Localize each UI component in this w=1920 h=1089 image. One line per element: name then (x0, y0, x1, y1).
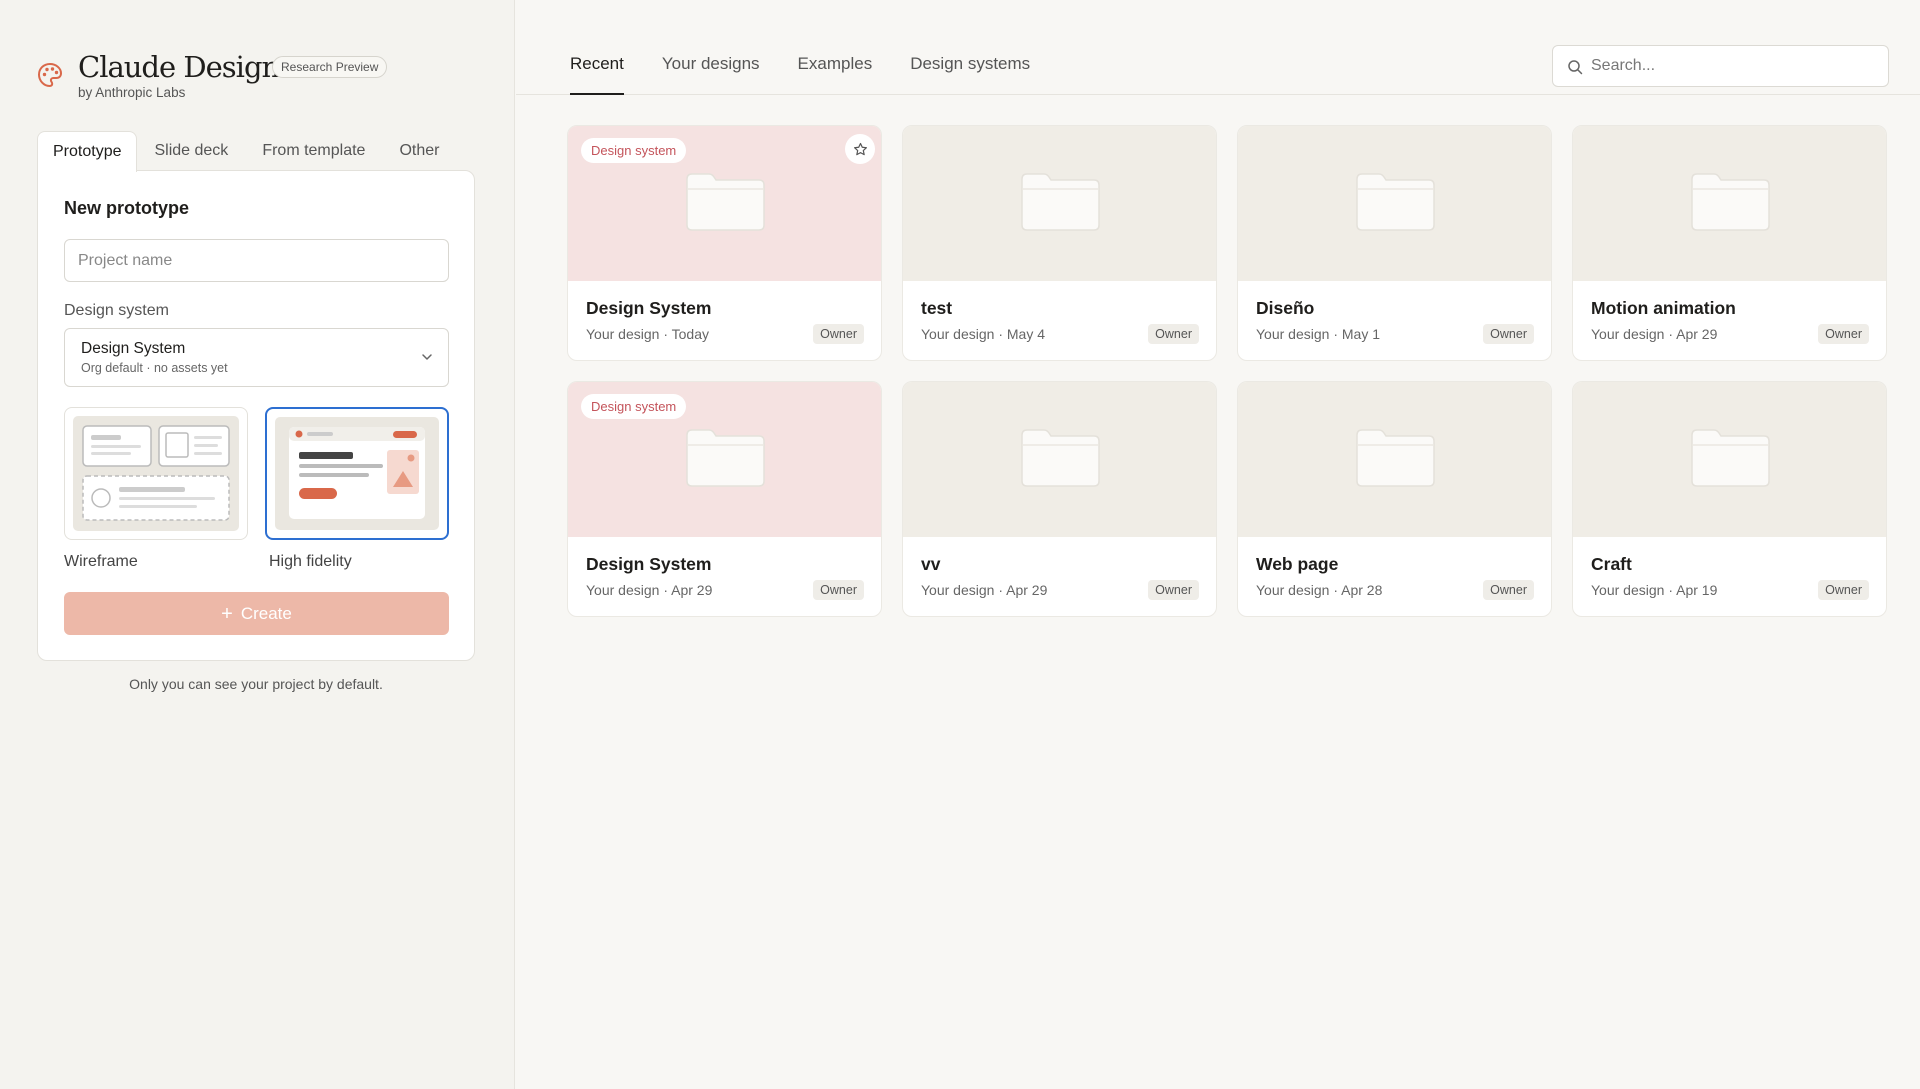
project-grid: Design system Design System Your design … (567, 125, 1887, 617)
tab-slide-deck[interactable]: Slide deck (137, 131, 245, 171)
tab-examples[interactable]: Examples (798, 54, 873, 95)
folder-icon (1356, 429, 1435, 487)
project-thumbnail: Design system (568, 126, 881, 281)
design-system-label: Design system (64, 302, 169, 319)
wireframe-option[interactable] (64, 407, 248, 540)
high-fidelity-illustration-icon (289, 427, 425, 519)
projects-tabs: Recent Your designs Examples Design syst… (570, 54, 1068, 95)
project-card[interactable]: vv Your design · Apr 29 Owner (902, 381, 1217, 617)
design-system-tag: Design system (581, 138, 687, 163)
owner-badge: Owner (1148, 580, 1199, 600)
new-prototype-form: New prototype Design system Design Syste… (37, 170, 475, 661)
design-system-sub: Org default · no assets yet (81, 361, 228, 375)
create-label: Create (240, 603, 292, 623)
project-title: Motion animation (1591, 298, 1736, 318)
project-meta: Your design · Apr 29 (586, 582, 713, 598)
project-title: Design System (586, 298, 712, 318)
chevron-down-icon (422, 354, 432, 360)
high-fidelity-label: High fidelity (269, 553, 352, 570)
project-thumbnail (1573, 382, 1886, 537)
project-thumbnail (903, 382, 1216, 537)
wireframe-preview (73, 416, 239, 531)
project-card[interactable]: Web page Your design · Apr 28 Owner (1237, 381, 1552, 617)
app-subtitle: by Anthropic Labs (78, 85, 186, 100)
owner-badge: Owner (813, 580, 864, 600)
plus-icon: + (221, 602, 233, 625)
folder-icon (1021, 173, 1100, 231)
owner-badge: Owner (1148, 324, 1199, 344)
privacy-note: Only you can see your project by default… (129, 676, 383, 692)
project-card[interactable]: Diseño Your design · May 1 Owner (1237, 125, 1552, 361)
star-icon (853, 142, 867, 155)
owner-badge: Owner (1483, 324, 1534, 344)
tab-design-systems[interactable]: Design systems (910, 54, 1030, 95)
favorite-button[interactable] (845, 134, 875, 164)
folder-icon (1356, 173, 1435, 231)
palette-icon (37, 62, 63, 88)
project-meta: Your design · Apr 28 (1256, 582, 1383, 598)
research-preview-badge: Research Preview (272, 56, 388, 78)
tab-your-designs[interactable]: Your designs (662, 54, 760, 95)
project-name-input[interactable] (64, 239, 449, 282)
project-title: Web page (1256, 554, 1339, 574)
project-meta: Your design · Apr 19 (1591, 582, 1718, 598)
project-thumbnail (1238, 126, 1551, 281)
project-meta: Your design · Today (586, 326, 709, 342)
project-title: vv (921, 554, 941, 574)
projects-main: Recent Your designs Examples Design syst… (516, 0, 1920, 1089)
owner-badge: Owner (1818, 324, 1869, 344)
project-thumbnail (1238, 382, 1551, 537)
project-title: Diseño (1256, 298, 1315, 318)
tab-other[interactable]: Other (382, 131, 456, 171)
project-card[interactable]: Design system Design System Your design … (567, 125, 882, 361)
search-box[interactable] (1552, 45, 1889, 87)
folder-icon (1021, 429, 1100, 487)
project-card[interactable]: test Your design · May 4 Owner (902, 125, 1217, 361)
search-icon (1568, 60, 1583, 75)
tab-from-template[interactable]: From template (245, 131, 382, 171)
new-project-panel: Claude Design Research Preview by Anthro… (0, 0, 515, 1089)
search-input[interactable] (1591, 46, 1881, 86)
form-title: New prototype (64, 198, 190, 218)
project-title: test (921, 298, 953, 318)
high-fidelity-preview (275, 417, 439, 530)
project-card[interactable]: Craft Your design · Apr 19 Owner (1572, 381, 1887, 617)
owner-badge: Owner (813, 324, 864, 344)
folder-icon (1691, 173, 1770, 231)
project-card[interactable]: Design system Design System Your design … (567, 381, 882, 617)
projects-header: Recent Your designs Examples Design syst… (516, 0, 1920, 95)
project-meta: Your design · May 4 (921, 326, 1045, 342)
project-meta: Your design · Apr 29 (921, 582, 1048, 598)
app-title: Claude Design (78, 50, 280, 84)
wireframe-illustration-icon (82, 425, 230, 521)
design-system-select[interactable]: Design System Org default · no assets ye… (64, 328, 449, 387)
folder-icon (686, 429, 765, 487)
project-title: Design System (586, 554, 712, 574)
create-button[interactable]: + Create (64, 592, 449, 635)
design-system-tag: Design system (581, 394, 687, 419)
owner-badge: Owner (1483, 580, 1534, 600)
tab-recent[interactable]: Recent (570, 54, 624, 95)
wireframe-label: Wireframe (64, 553, 138, 570)
project-card[interactable]: Motion animation Your design · Apr 29 Ow… (1572, 125, 1887, 361)
tab-prototype[interactable]: Prototype (37, 131, 138, 172)
project-meta: Your design · Apr 29 (1591, 326, 1718, 342)
project-thumbnail (1573, 126, 1886, 281)
folder-icon (1691, 429, 1770, 487)
project-thumbnail: Design system (568, 382, 881, 537)
high-fidelity-option[interactable] (265, 407, 449, 540)
project-type-tabs: Prototype Slide deck From template Other (37, 131, 456, 172)
design-system-value: Design System (81, 340, 186, 357)
project-title: Craft (1591, 554, 1632, 574)
project-thumbnail (903, 126, 1216, 281)
project-meta: Your design · May 1 (1256, 326, 1380, 342)
folder-icon (686, 173, 765, 231)
owner-badge: Owner (1818, 580, 1869, 600)
